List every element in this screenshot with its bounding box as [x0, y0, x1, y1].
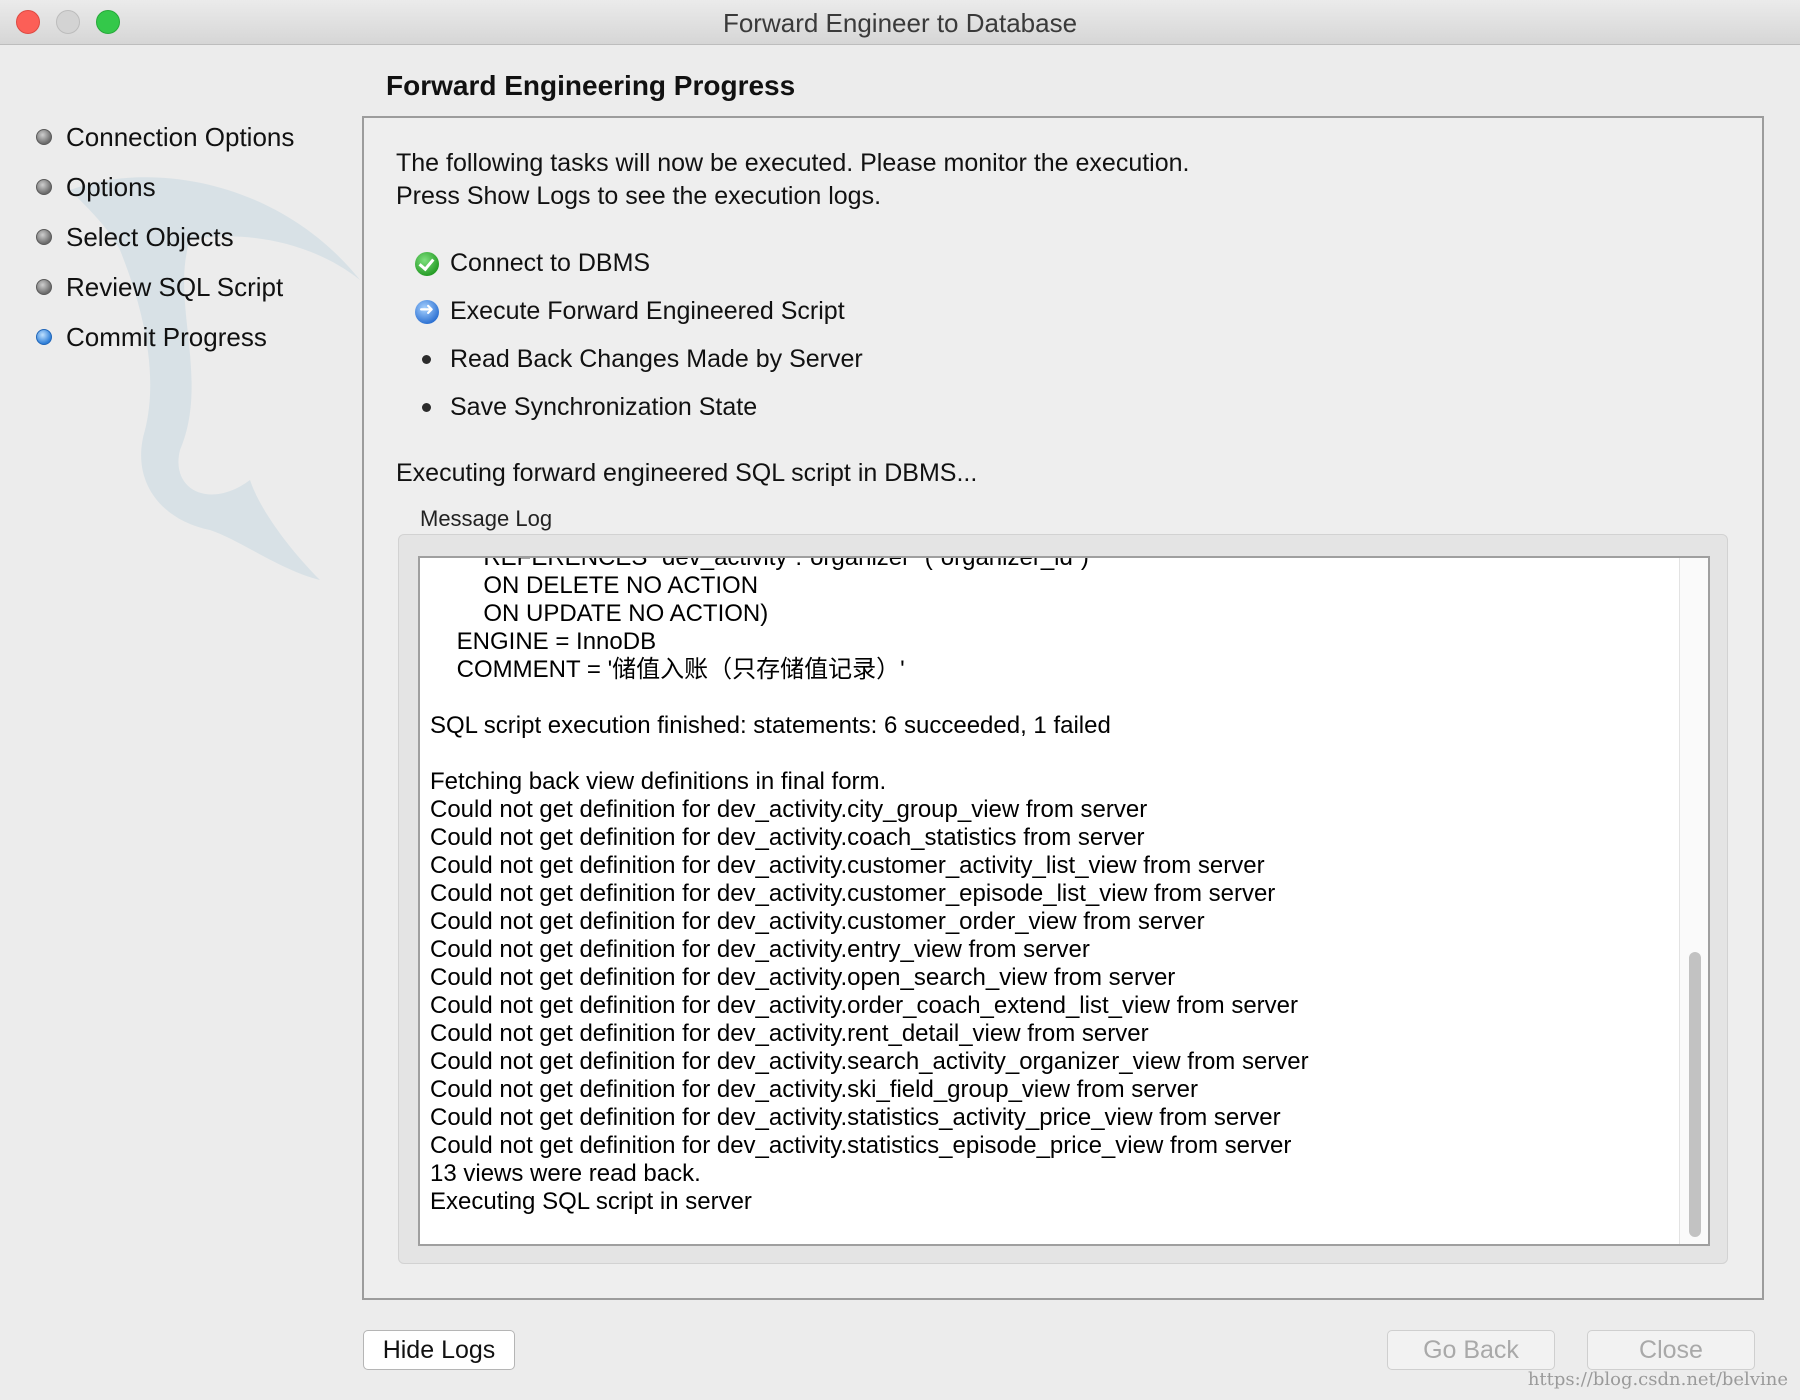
- task-label: Execute Forward Engineered Script: [450, 297, 845, 325]
- window-title: Forward Engineer to Database: [722, 8, 1078, 38]
- bullet-icon: [422, 403, 431, 412]
- step-status-icon: [36, 179, 52, 195]
- intro-line: The following tasks will now be executed…: [396, 149, 1190, 177]
- message-log-label: Message Log: [420, 506, 553, 531]
- task-label: Connect to DBMS: [450, 249, 651, 277]
- log-scrollbar[interactable]: [1679, 558, 1708, 1244]
- page-title: Forward Engineering Progress: [386, 70, 796, 101]
- step-status-icon: [36, 279, 52, 295]
- sidebar-item-label: Options: [66, 172, 156, 202]
- forward-engineer-window: Forward Engineer to Database Connection …: [0, 0, 1800, 1400]
- intro-text: The following tasks will now be executed…: [396, 147, 1189, 213]
- step-status-icon: [36, 229, 52, 245]
- sidebar-item-label: Commit Progress: [66, 322, 267, 352]
- watermark-url: https://blog.csdn.net/belvine: [1527, 1369, 1788, 1390]
- hide-logs-button[interactable]: Hide Logs: [363, 1330, 515, 1370]
- step-active-icon: [36, 329, 52, 345]
- sidebar-item-review-sql-script: Review SQL Script: [36, 268, 294, 318]
- message-log-content: REFERENCES `dev_activity`.`organizer` (`…: [430, 556, 1309, 1215]
- go-back-button[interactable]: Go Back: [1387, 1330, 1555, 1370]
- intro-line: Press Show Logs to see the execution log…: [396, 182, 882, 210]
- sidebar-item-label: Connection Options: [66, 122, 295, 152]
- sidebar-item-label: Review SQL Script: [66, 272, 284, 302]
- sidebar-item-options: Options: [36, 168, 294, 218]
- sidebar-item-label: Select Objects: [66, 222, 234, 252]
- arrow-right-icon: [415, 290, 439, 330]
- log-scrollbar-thumb[interactable]: [1689, 952, 1701, 1237]
- close-button[interactable]: Close: [1587, 1330, 1755, 1370]
- wizard-steps-sidebar: Connection Options Options Select Object…: [36, 118, 294, 368]
- bullet-icon: [422, 355, 431, 364]
- execution-status-text: Executing forward engineered SQL script …: [396, 459, 978, 487]
- task-label: Read Back Changes Made by Server: [450, 345, 863, 373]
- step-status-icon: [36, 129, 52, 145]
- sidebar-item-connection-options: Connection Options: [36, 118, 294, 168]
- task-label: Save Synchronization State: [450, 393, 758, 421]
- sidebar-item-select-objects: Select Objects: [36, 218, 294, 268]
- title-bar[interactable]: Forward Engineer to Database: [0, 0, 1800, 45]
- sidebar-item-commit-progress: Commit Progress: [36, 318, 294, 368]
- message-log-textarea[interactable]: REFERENCES `dev_activity`.`organizer` (`…: [418, 556, 1710, 1246]
- checkmark-icon: [415, 252, 439, 276]
